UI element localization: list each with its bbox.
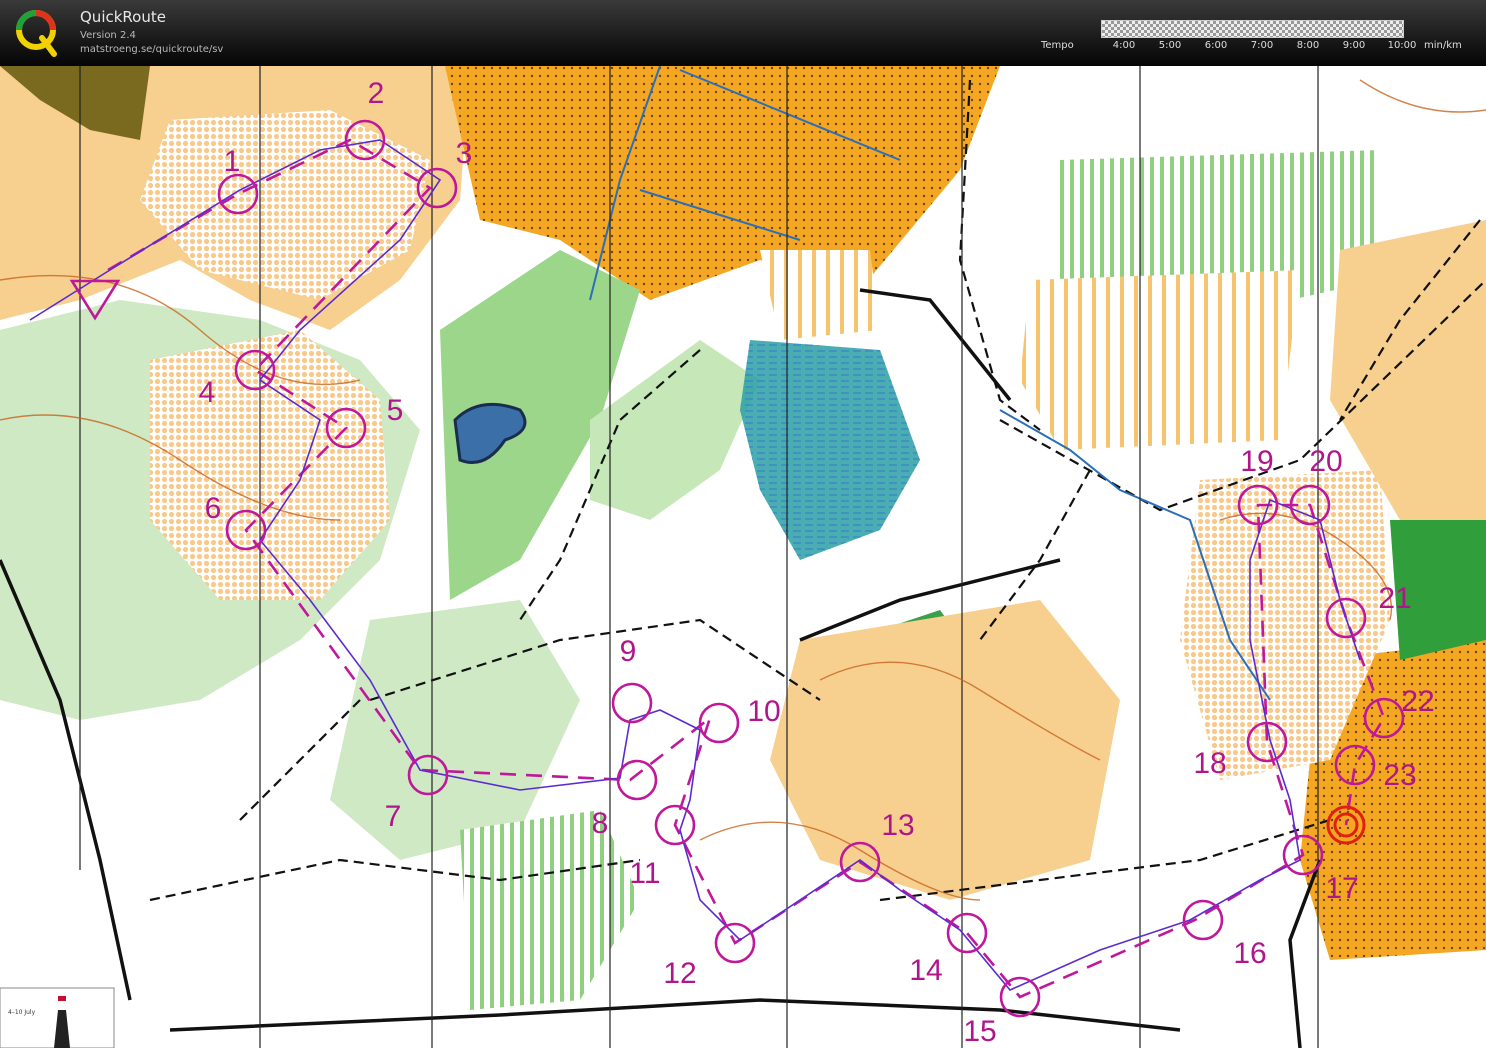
tempo-tick: 5:00 [1158, 40, 1182, 51]
tempo-unit: min/km [1424, 40, 1462, 51]
control-number-10: 10 [747, 695, 780, 728]
tempo-tick: 4:00 [1112, 40, 1136, 51]
tempo-tick: 6:00 [1204, 40, 1228, 51]
control-number-16: 16 [1233, 937, 1266, 970]
control-number-1: 1 [224, 145, 241, 178]
control-number-5: 5 [387, 394, 404, 427]
app-header: QuickRoute Version 2.4 matstroeng.se/qui… [0, 0, 1486, 66]
tempo-tick: 10:00 [1387, 40, 1417, 51]
control-number-12: 12 [663, 957, 696, 990]
legend-text: 4–10 July [8, 1009, 36, 1016]
control-number-17: 17 [1325, 872, 1358, 905]
control-number-21: 21 [1378, 582, 1411, 615]
tempo-tick: 8:00 [1296, 40, 1320, 51]
control-number-8: 8 [592, 807, 609, 840]
control-number-3: 3 [456, 137, 473, 170]
control-number-23: 23 [1383, 759, 1416, 792]
rough-open-stripes [760, 250, 880, 340]
control-number-7: 7 [385, 800, 402, 833]
control-number-4: 4 [199, 376, 216, 409]
app-title: QuickRoute [80, 8, 166, 26]
control-number-14: 14 [909, 954, 942, 987]
control-number-2: 2 [368, 77, 385, 110]
map-legend-box: 4–10 July [0, 987, 115, 1048]
control-number-11: 11 [629, 857, 660, 890]
orienteering-map[interactable]: 1 2 3 4 5 6 7 8 9 10 11 12 13 14 15 16 17 18 19 20 21 22 23 4–… [0, 66, 1486, 1048]
control-number-6: 6 [205, 492, 222, 525]
app-url[interactable]: matstroeng.se/quickroute/sv [80, 44, 223, 55]
control-number-20: 20 [1309, 445, 1342, 478]
rough-open-stripes [1020, 270, 1300, 450]
tempo-color-scale [1101, 20, 1404, 38]
control-number-19: 19 [1240, 445, 1273, 478]
control-number-22: 22 [1401, 685, 1434, 718]
app-version: Version 2.4 [80, 30, 136, 41]
tempo-tick: 7:00 [1250, 40, 1274, 51]
control-number-15: 15 [963, 1015, 996, 1048]
open-land [770, 600, 1120, 900]
control-number-13: 13 [881, 809, 914, 842]
quickroute-logo-icon [16, 10, 57, 57]
control-number-9: 9 [620, 635, 637, 668]
tempo-tick: 9:00 [1342, 40, 1366, 51]
map-canvas[interactable]: 1234567 8910111213141516171819 20212223 4–… [0, 66, 1486, 1048]
tempo-label: Tempo [1041, 40, 1074, 51]
control-number-18: 18 [1193, 747, 1226, 780]
